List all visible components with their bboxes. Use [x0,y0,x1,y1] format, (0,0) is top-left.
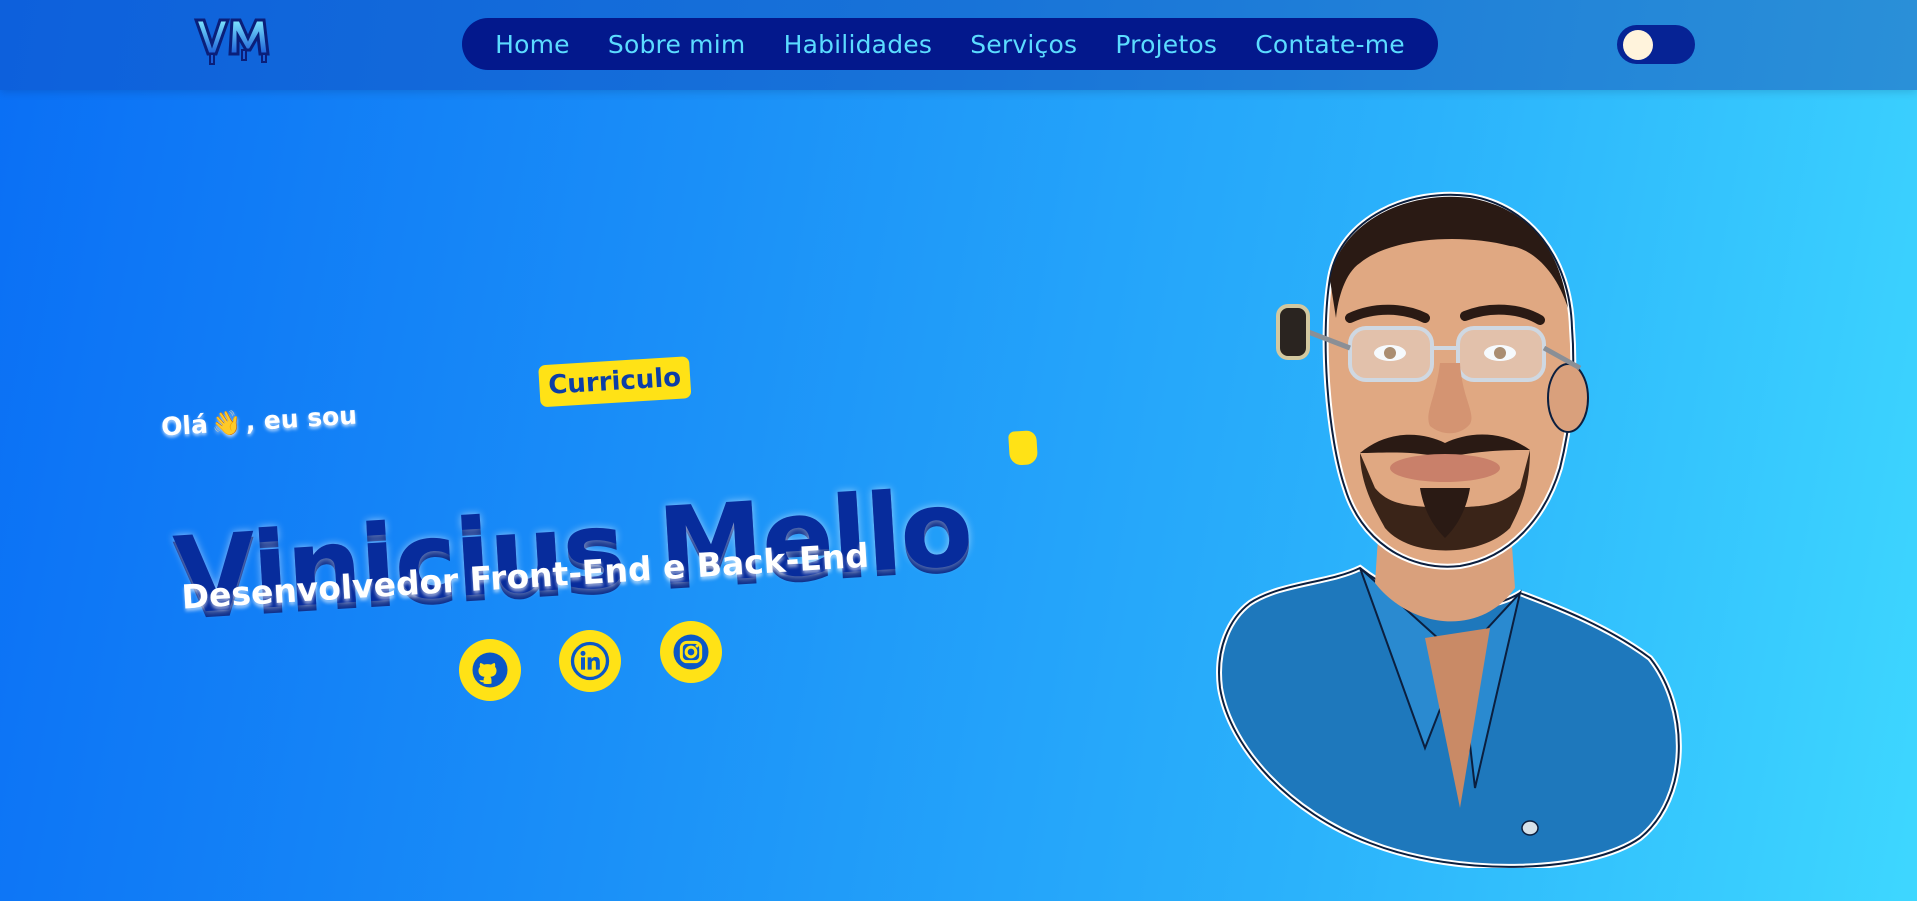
wave-emoji-icon: 👋 [210,408,243,438]
greeting: Olá 👋 , eu sou [160,401,358,442]
nav-contate-me[interactable]: Contate-me [1255,30,1405,59]
linkedin-icon[interactable] [559,630,621,692]
nav-habilidades[interactable]: Habilidades [784,30,933,59]
resume-button[interactable]: Curriculo [538,356,692,408]
github-icon[interactable] [459,639,521,701]
nav-projetos[interactable]: Projetos [1115,30,1217,59]
instagram-glyph-icon [673,634,709,670]
hero-section: Olá 👋 , eu sou Curriculo Vinicius Mello … [144,283,1115,720]
toggle-knob [1623,30,1653,60]
main-nav: Home Sobre mim Habilidades Serviços Proj… [462,18,1438,70]
nav-home[interactable]: Home [495,30,570,59]
github-glyph-icon [472,652,508,688]
nav-servicos[interactable]: Serviços [970,30,1077,59]
site-header: Home Sobre mim Habilidades Serviços Proj… [0,0,1917,90]
logo-icon[interactable] [192,10,276,68]
name-dot-decoration [1008,430,1039,466]
greeting-prefix: Olá [160,409,209,442]
nav-sobre-mim[interactable]: Sobre mim [608,30,746,59]
theme-toggle[interactable] [1617,25,1695,64]
greeting-suffix: , eu sou [244,400,358,437]
linkedin-glyph-icon [570,641,610,681]
instagram-icon[interactable] [660,621,722,683]
avatar [1216,191,1682,868]
